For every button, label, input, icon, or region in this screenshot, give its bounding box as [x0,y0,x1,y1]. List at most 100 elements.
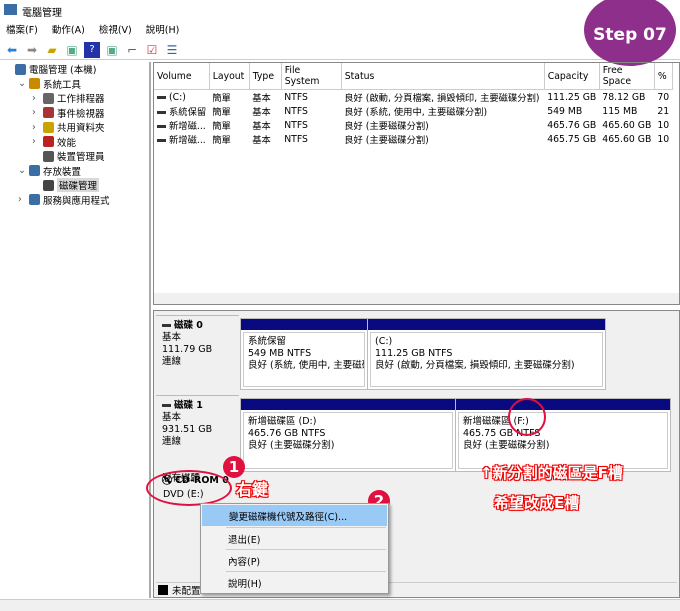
step-number-1: 1 [223,456,245,478]
cell: 基本 [252,107,271,118]
table-row[interactable]: (C:) 簡單 基本 NTFS 良好 (啟動, 分頁檔案, 損毀傾印, 主要磁碟分割) 1… [154,90,672,105]
cell: 新增磁... [154,118,209,132]
tree-item-label: 共用資料夾 [57,123,105,135]
column-header[interactable]: Status [341,63,545,90]
menu-0[interactable]: 檔案(F) [6,22,38,38]
context-menu-item[interactable]: 變更磁碟機代號及路徑(C)... [202,505,387,526]
tree-item[interactable]: 電腦管理 (本機) [0,62,149,77]
tree-node-icon [43,150,54,162]
checklist-icon[interactable]: ☑ [144,42,160,58]
column-header[interactable]: File System [281,63,342,90]
column-header[interactable]: % [654,63,673,90]
chevron-icon[interactable]: › [18,194,26,205]
partition-bar [241,319,367,330]
table-row[interactable]: 新增磁... 簡單 基本 NTFS 良好 (主要磁碟分割) 465.76 GB 465.60… [154,118,672,132]
up-folder-icon[interactable]: ▰ [44,42,60,58]
cell: (C:) [154,90,209,105]
disk-icon [162,404,171,407]
tree-item[interactable]: ⌄ 系統工具 [0,77,149,92]
column-header[interactable]: Free Space [599,63,655,90]
menu-1[interactable]: 動作(A) [52,22,85,38]
cell: 78.12 GB [602,91,646,103]
chevron-icon[interactable]: › [32,93,40,104]
disk-type: 基本 [162,412,182,423]
help-icon[interactable]: ? [84,41,100,58]
menubar: 檔案(F) 動作(A) 檢視(V) 說明(H) [0,22,680,38]
tree-item[interactable]: › 工作排程器 [0,91,149,106]
tree-node-icon [43,107,54,119]
cell: 111.25 GB [547,91,597,103]
column-header[interactable]: Type [249,63,282,90]
context-menu: 變更磁碟機代號及路徑(C)... 退出(E) 內容(P) 說明(H) [200,503,389,594]
chevron-icon[interactable]: › [32,122,40,133]
menu-3[interactable]: 說明(H) [146,22,180,38]
tree-item[interactable]: › 效能 [0,135,149,150]
context-menu-item[interactable]: 退出(E) [201,528,388,549]
cell: 465.75 GB [547,133,597,145]
cell: 21 [657,105,670,117]
column-header[interactable]: Volume [154,63,210,90]
tree-node-icon [43,92,54,104]
partition-status: 良好 (啟動, 分頁檔案, 損毀傾印, 主要磁碟分割) [375,360,575,371]
back-icon[interactable]: ⬅ [4,42,20,58]
cell: NTFS [284,91,308,103]
forward-icon[interactable]: ➡ [24,42,40,58]
cell: 基本 [252,135,271,146]
computer-management-icon [4,4,17,15]
annotation-note-2: 希望改成E槽 [494,494,580,512]
action-pane-icon[interactable]: ▣ [104,42,120,58]
partition-status: 良好 (主要磁碟分割) [463,440,550,451]
partition-name: 新增磁碟區 (D:) [248,416,317,427]
chevron-icon[interactable]: › [32,136,40,147]
partition[interactable]: 新增磁碟區 (F:) 465.75 GB NTFS 良好 (主要磁碟分割) [455,398,671,472]
cell: 良好 (主要磁碟分割) [344,135,429,146]
column-header[interactable]: Layout [209,63,250,90]
disk-icon [162,324,171,327]
column-header[interactable]: Capacity [544,63,600,90]
disk-size: 111.79 GB [162,344,213,355]
disk-state: 連線 [162,356,182,367]
show-hide-tree-icon[interactable]: ▣ [64,42,80,58]
right-click-label: 右鍵 [236,480,269,499]
window-title: 電腦管理 [0,0,680,20]
partition[interactable]: (C:) 111.25 GB NTFS 良好 (啟動, 分頁檔案, 損毀傾印, 主要… [367,318,606,390]
navigation-tree: 電腦管理 (本機) ⌄ 系統工具 › 工作排程器 › 事件檢視器 › 共用資料夾 › 效能 裝置管理員… [0,62,151,598]
cell: 115 MB [602,105,638,117]
table-row[interactable]: 系統保留 簡單 基本 NTFS 良好 (系統, 使用中, 主要磁碟分割) 549 MB 11… [154,104,672,118]
context-menu-item[interactable]: 內容(P) [201,550,388,571]
tree-node-icon [15,63,26,75]
properties-icon[interactable]: ☰ [164,42,180,58]
cell: 10 [657,133,670,145]
disk-label[interactable]: 磁碟 0 基本 111.79 GB 連線 [156,315,239,393]
horizontal-scrollbar[interactable] [154,293,679,304]
tree-item[interactable]: › 服務與應用程式 [0,193,149,208]
chevron-icon[interactable]: ⌄ [18,165,26,176]
volume-icon [157,95,166,99]
cell: 465.60 GB [602,119,652,131]
partition-size: 111.25 GB NTFS [375,348,453,359]
context-menu-item[interactable]: 說明(H) [201,572,388,593]
tree-item[interactable]: ⌄ 存放裝置 [0,164,149,179]
table-row[interactable]: 新增磁... 簡單 基本 NTFS 良好 (主要磁碟分割) 465.75 GB 465.60… [154,132,672,146]
disk-size: 931.51 GB [162,424,213,435]
cell: NTFS [284,119,308,131]
unallocated-swatch [158,585,168,595]
tree-item[interactable]: › 事件檢視器 [0,106,149,121]
connect-icon[interactable]: ⌐ [124,42,140,58]
tree-item[interactable]: › 共用資料夾 [0,120,149,135]
tree-item[interactable]: 磁碟管理 [0,178,149,193]
volume-icon [157,125,166,128]
chevron-icon[interactable]: › [32,107,40,118]
cell: 基本 [252,93,271,104]
partition-name: 新增磁碟區 (F:) [463,416,529,427]
menu-2[interactable]: 檢視(V) [99,22,132,38]
toolbar: ⬅ ➡ ▰ ▣ ? ▣ ⌐ ☑ ☰ [0,40,680,60]
cdrom-highlight-ellipse [146,470,232,506]
partition-size: 465.76 GB NTFS [248,428,326,439]
disk-type: 基本 [162,332,182,343]
partition[interactable]: 系統保留 549 MB NTFS 良好 (系統, 使用中, 主要磁碟 [240,318,368,390]
partition[interactable]: 新增磁碟區 (D:) 465.76 GB NTFS 良好 (主要磁碟分割) [240,398,456,472]
tree-item[interactable]: 裝置管理員 [0,149,149,164]
chevron-icon[interactable]: ⌄ [18,78,26,89]
tree-item-label: 裝置管理員 [57,152,105,164]
